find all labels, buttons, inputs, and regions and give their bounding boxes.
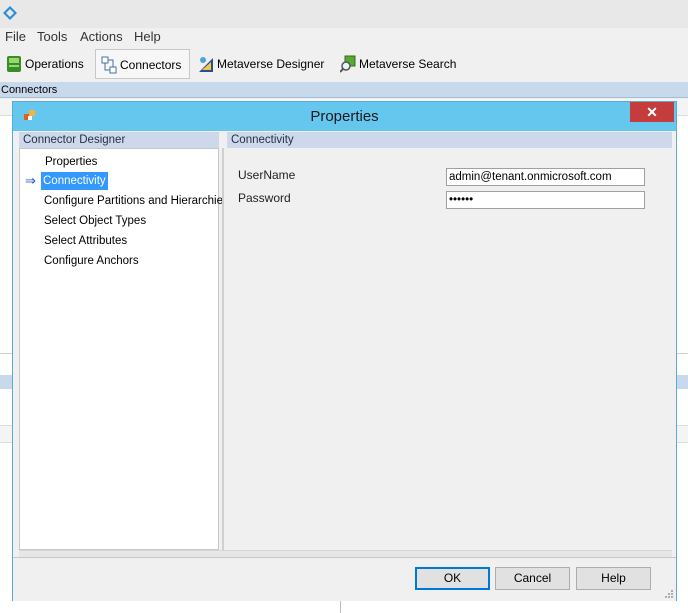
nav-item-select-object-types[interactable]: Select Object Types <box>42 212 148 230</box>
current-step-arrow-icon: ⇒ <box>25 173 36 188</box>
nav-item-configure-anchors[interactable]: Configure Anchors <box>42 252 141 270</box>
operations-label: Operations <box>25 57 84 71</box>
metaverse-search-icon <box>340 55 356 73</box>
username-label: UserName <box>238 168 296 182</box>
close-button[interactable]: ✕ <box>630 102 674 122</box>
ok-button[interactable]: OK <box>415 567 490 590</box>
password-label: Password <box>238 191 291 205</box>
menu-help[interactable]: Help <box>134 28 161 46</box>
menu-actions[interactable]: Actions <box>80 28 123 46</box>
connectivity-pane: UserName Password <box>224 148 672 550</box>
metaverse-designer-icon <box>199 57 213 72</box>
password-input[interactable] <box>446 191 645 209</box>
connectors-label: Connectors <box>120 58 182 72</box>
connectors-section-header: Connectors <box>0 82 688 98</box>
cancel-button[interactable]: Cancel <box>495 567 570 590</box>
dialog-button-bar: OK Cancel Help <box>13 557 676 601</box>
operations-icon <box>7 56 21 72</box>
dialog-title: Properties <box>310 108 379 125</box>
connectors-button[interactable]: Connectors <box>95 49 190 79</box>
properties-dialog: Properties ✕ Connector Designer Connecti… <box>12 101 677 601</box>
connectivity-header: Connectivity <box>224 132 672 148</box>
nav-item-configure-partitions[interactable]: Configure Partitions and Hierarchies <box>42 192 231 210</box>
metaverse-designer-button[interactable]: Metaverse Designer <box>193 49 347 79</box>
metaverse-search-label: Metaverse Search <box>359 57 457 71</box>
dialog-title-bar[interactable]: Properties ✕ <box>13 102 676 131</box>
connector-designer-header: Connector Designer <box>19 132 219 148</box>
nav-item-select-attributes[interactable]: Select Attributes <box>42 232 129 250</box>
connectors-icon <box>101 56 117 74</box>
help-button[interactable]: Help <box>576 567 651 590</box>
app-title-bar <box>0 0 688 28</box>
nav-item-connectivity[interactable]: Connectivity <box>41 172 108 190</box>
metaverse-designer-label: Metaverse Designer <box>217 57 325 71</box>
bottom-splitter <box>19 550 672 557</box>
designer-nav-pane: Properties ⇒ Connectivity Configure Part… <box>19 148 229 550</box>
nav-item-properties[interactable]: Properties <box>43 153 99 171</box>
bg-column-divider <box>340 599 341 613</box>
main-toolbar: Operations Connectors Metaverse Designer… <box>0 46 688 83</box>
app-logo-icon <box>3 6 17 20</box>
resize-grip-icon[interactable] <box>664 589 674 599</box>
username-input[interactable] <box>446 168 645 186</box>
metaverse-search-button[interactable]: Metaverse Search <box>335 49 484 79</box>
menu-file[interactable]: File <box>5 28 26 46</box>
dialog-body: Connector Designer Connectivity Properti… <box>13 131 676 601</box>
menu-bar: File Tools Actions Help <box>0 28 688 46</box>
menu-tools[interactable]: Tools <box>37 28 67 46</box>
